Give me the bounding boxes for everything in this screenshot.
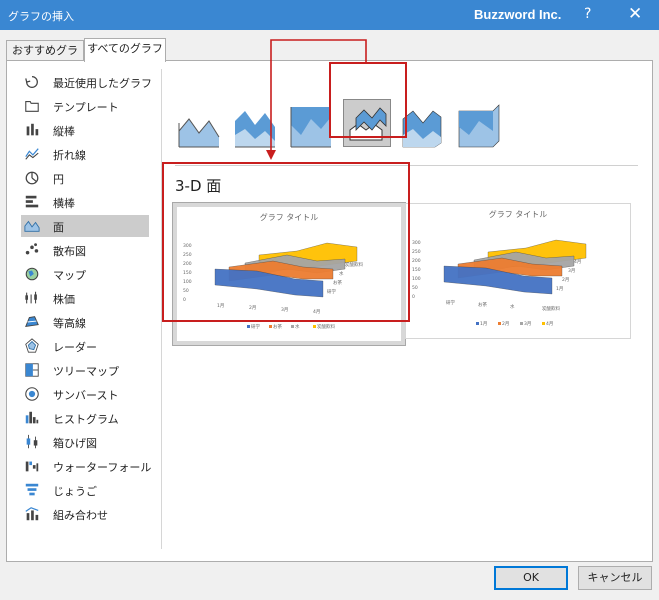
- tab-all-charts[interactable]: すべてのグラフ: [84, 38, 166, 62]
- close-button[interactable]: ✕: [628, 4, 642, 24]
- help-button[interactable]: ?: [584, 6, 591, 22]
- ok-button[interactable]: OK: [494, 566, 568, 590]
- annotation-arrow: [266, 39, 367, 160]
- dialog-client: おすすめグラフ すべてのグラフ 最近使用したグラフテンプレート縦棒折れ線円横棒面…: [0, 30, 659, 600]
- window-title: グラフの挿入: [8, 10, 74, 23]
- cancel-button[interactable]: キャンセル: [578, 566, 652, 590]
- title-bar: グラフの挿入 Buzzword Inc. ? ✕: [0, 0, 659, 30]
- brand-name: Buzzword Inc.: [474, 7, 562, 22]
